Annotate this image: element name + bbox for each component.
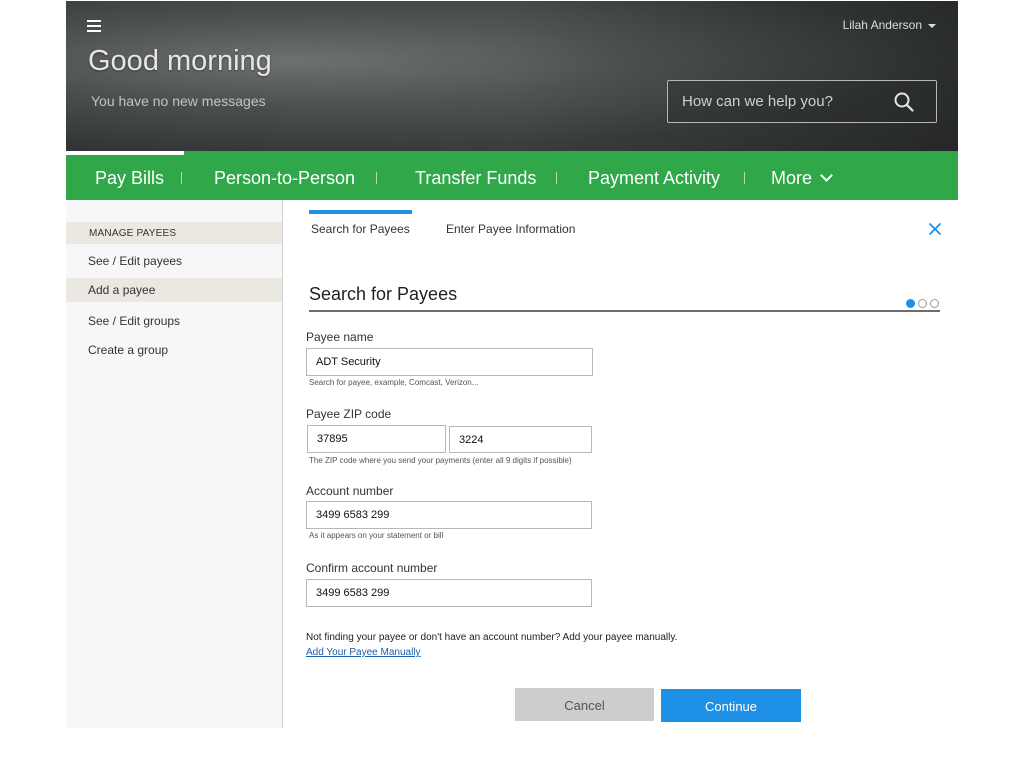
nav-separator — [181, 172, 182, 184]
section-divider — [309, 310, 940, 312]
confirm-account-field — [306, 579, 592, 607]
nav-separator — [376, 172, 377, 184]
messages-status: You have no new messages — [91, 93, 266, 109]
payee-name-label: Payee name — [306, 330, 374, 344]
zip-label: Payee ZIP code — [306, 407, 392, 421]
account-number-field — [306, 501, 592, 529]
sidebar-heading: MANAGE PAYEES — [66, 222, 282, 244]
greeting-title: Good morning — [88, 45, 272, 77]
payee-name-hint: Search for payee, example, Comcast, Veri… — [309, 378, 479, 387]
zip-input[interactable] — [308, 426, 445, 452]
zip-field — [307, 425, 446, 453]
sidebar-item-see-edit-groups[interactable]: See / Edit groups — [66, 309, 282, 333]
payee-name-input[interactable] — [307, 349, 592, 375]
nav-person-to-person[interactable]: Person-to-Person — [214, 151, 355, 200]
continue-button[interactable]: Continue — [661, 689, 801, 722]
nav-payment-activity[interactable]: Payment Activity — [588, 151, 720, 200]
close-icon[interactable] — [928, 222, 942, 236]
not-found-text: Not finding your payee or don't have an … — [306, 632, 678, 643]
main-panel: Search for Payees Enter Payee Informatio… — [283, 200, 958, 728]
help-search-input[interactable] — [682, 81, 882, 122]
zip-ext-input[interactable] — [450, 427, 591, 452]
search-icon[interactable] — [894, 92, 914, 112]
cancel-button[interactable]: Cancel — [515, 688, 654, 721]
nav-transfer-funds[interactable]: Transfer Funds — [415, 151, 536, 200]
hamburger-menu-icon[interactable] — [87, 20, 101, 32]
help-search-box — [667, 80, 937, 123]
nav-more[interactable]: More — [771, 151, 833, 200]
step-dot — [930, 299, 939, 308]
confirm-account-label: Confirm account number — [306, 561, 438, 575]
app-window: Good morning You have no new messages Li… — [66, 1, 958, 728]
confirm-account-input[interactable] — [307, 580, 591, 606]
sidebar-item-add-payee[interactable]: Add a payee — [66, 278, 282, 302]
step-dot-active — [906, 299, 915, 308]
nav-more-label: More — [771, 168, 813, 188]
step-dot — [918, 299, 927, 308]
nav-separator — [744, 172, 745, 184]
tab-enter-payee-information[interactable]: Enter Payee Information — [446, 222, 575, 236]
sidebar-item-create-group[interactable]: Create a group — [66, 338, 282, 362]
chevron-down-icon — [820, 169, 833, 182]
tab-search-for-payees[interactable]: Search for Payees — [311, 222, 410, 236]
user-name: Lilah Anderson — [842, 18, 922, 32]
payee-name-field — [306, 348, 593, 376]
account-number-label: Account number — [306, 484, 394, 498]
account-number-hint: As it appears on your statement or bill — [309, 531, 444, 540]
header-banner: Good morning You have no new messages Li… — [66, 1, 958, 151]
caret-down-icon — [928, 23, 936, 28]
sidebar-item-see-edit-payees[interactable]: See / Edit payees — [66, 249, 282, 273]
user-menu[interactable]: Lilah Anderson — [843, 18, 936, 32]
account-number-input[interactable] — [307, 502, 591, 528]
main-nav: Pay Bills Person-to-Person Transfer Fund… — [66, 151, 958, 200]
active-tab-indicator — [309, 210, 412, 214]
nav-separator — [556, 172, 557, 184]
sidebar: MANAGE PAYEES See / Edit payees Add a pa… — [66, 200, 283, 728]
nav-pay-bills[interactable]: Pay Bills — [66, 151, 185, 200]
section-title: Search for Payees — [309, 284, 458, 304]
zip-hint: The ZIP code where you send your payment… — [309, 456, 572, 465]
add-payee-manually-link[interactable]: Add Your Payee Manually — [306, 647, 421, 658]
zip-ext-field — [449, 426, 592, 453]
